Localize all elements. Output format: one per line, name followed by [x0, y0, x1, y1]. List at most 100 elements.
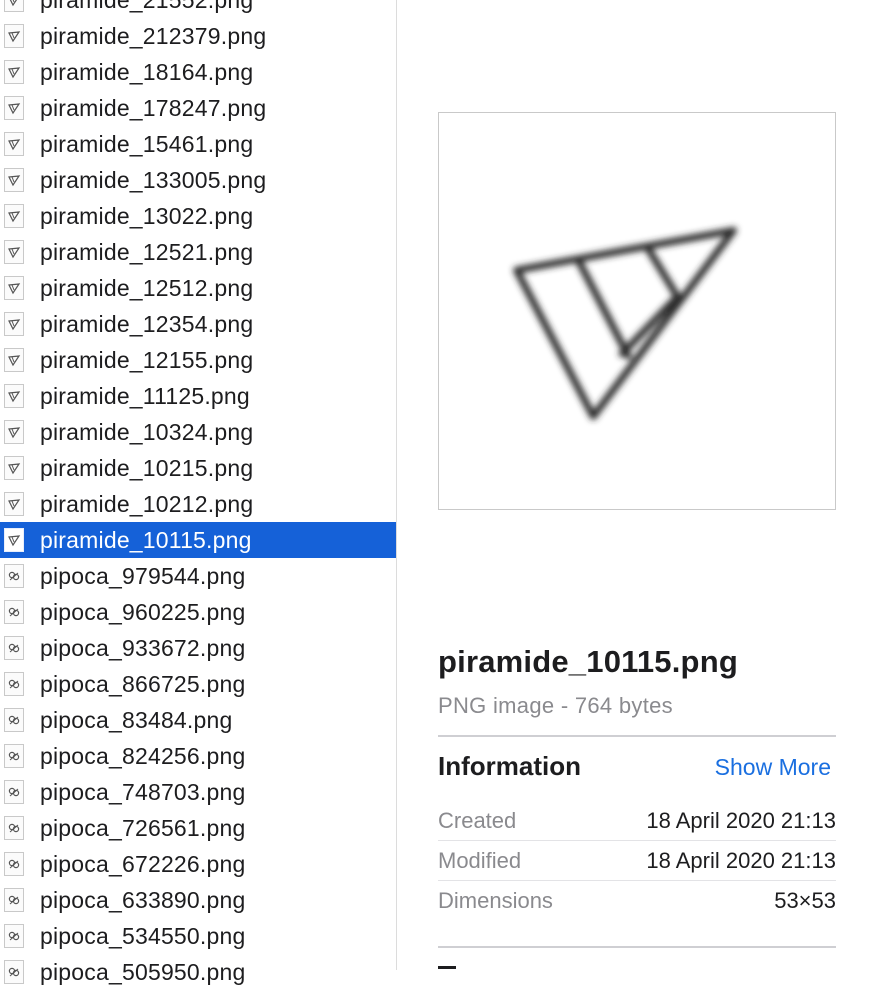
information-heading: Information: [438, 751, 581, 781]
pyramid-thumbnail-icon: [4, 60, 24, 84]
file-name: piramide_21552.png: [40, 0, 254, 13]
popcorn-thumbnail-icon: [4, 780, 24, 804]
file-row[interactable]: piramide_12155.png: [0, 342, 396, 378]
file-row[interactable]: pipoca_866725.png: [0, 666, 396, 702]
popcorn-thumbnail-icon: [4, 708, 24, 732]
file-row[interactable]: piramide_21552.png: [0, 0, 396, 18]
file-row[interactable]: pipoca_979544.png: [0, 558, 396, 594]
file-row[interactable]: pipoca_534550.png: [0, 918, 396, 954]
pyramid-thumbnail-icon: [4, 384, 24, 408]
show-more-link[interactable]: Show More: [715, 754, 831, 781]
file-row[interactable]: pipoca_726561.png: [0, 810, 396, 846]
popcorn-thumbnail-icon: [4, 816, 24, 840]
file-name: piramide_10324.png: [40, 419, 254, 445]
pyramid-thumbnail-icon: [4, 420, 24, 444]
file-list[interactable]: piramide_21552.png piramide_212379.pngpir…: [0, 0, 396, 992]
file-row[interactable]: piramide_10212.png: [0, 486, 396, 522]
info-label: Dimensions: [438, 888, 553, 913]
popcorn-thumbnail-icon: [4, 672, 24, 696]
pyramid-thumbnail-icon: [4, 96, 24, 120]
file-name: pipoca_726561.png: [40, 815, 246, 841]
file-name: piramide_178247.png: [40, 95, 267, 121]
file-row[interactable]: pipoca_672226.png: [0, 846, 396, 882]
file-name: piramide_12521.png: [40, 239, 254, 265]
next-section-heading: [438, 966, 456, 969]
file-row[interactable]: piramide_133005.png: [0, 162, 396, 198]
info-row-modified: Modified 18 April 2020 21:13: [438, 841, 836, 881]
file-title: piramide_10115.png: [438, 644, 738, 679]
pyramid-thumbnail-icon: [4, 528, 24, 552]
file-row[interactable]: piramide_212379.png: [0, 18, 396, 54]
file-row[interactable]: pipoca_933672.png: [0, 630, 396, 666]
popcorn-thumbnail-icon: [4, 600, 24, 624]
file-row[interactable]: pipoca_83484.png: [0, 702, 396, 738]
file-name: pipoca_824256.png: [40, 743, 246, 769]
pyramid-thumbnail-icon: [4, 456, 24, 480]
popcorn-thumbnail-icon: [4, 924, 24, 948]
file-name: pipoca_534550.png: [40, 923, 246, 949]
file-row[interactable]: piramide_10324.png: [0, 414, 396, 450]
file-name: pipoca_505950.png: [40, 959, 246, 985]
file-name: piramide_212379.png: [40, 23, 267, 49]
file-row[interactable]: pipoca_960225.png: [0, 594, 396, 630]
file-row[interactable]: piramide_18164.png: [0, 54, 396, 90]
popcorn-thumbnail-icon: [4, 888, 24, 912]
image-preview: [438, 112, 836, 510]
pyramid-thumbnail-icon: [4, 240, 24, 264]
file-row[interactable]: piramide_12512.png: [0, 270, 396, 306]
file-row[interactable]: pipoca_505950.png: [0, 954, 396, 990]
file-row[interactable]: piramide_178247.png: [0, 90, 396, 126]
info-label: Created: [438, 808, 517, 833]
section-divider: [438, 735, 836, 737]
file-name: piramide_12354.png: [40, 311, 254, 337]
file-name: piramide_18164.png: [40, 59, 254, 85]
info-row-dimensions: Dimensions 53×53: [438, 881, 836, 921]
file-name: pipoca_83484.png: [40, 707, 233, 733]
file-name: pipoca_748703.png: [40, 779, 246, 805]
file-row[interactable]: piramide_13022.png: [0, 198, 396, 234]
file-name: piramide_12155.png: [40, 347, 254, 373]
file-name: piramide_11125.png: [40, 383, 250, 409]
file-row[interactable]: piramide_11125.png: [0, 378, 396, 414]
file-name: pipoca_960225.png: [40, 599, 246, 625]
pyramid-thumbnail-icon: [4, 276, 24, 300]
popcorn-thumbnail-icon: [4, 852, 24, 876]
pyramid-thumbnail-icon: [4, 312, 24, 336]
file-row[interactable]: piramide_12354.png: [0, 306, 396, 342]
pyramid-thumbnail-icon: [4, 348, 24, 372]
file-name: piramide_10115.png: [40, 527, 252, 553]
popcorn-thumbnail-icon: [4, 636, 24, 660]
popcorn-thumbnail-icon: [4, 744, 24, 768]
file-name: piramide_133005.png: [40, 167, 267, 193]
info-value: 18 April 2020 21:13: [646, 848, 836, 873]
pyramid-thumbnail-icon: [4, 0, 24, 12]
file-row[interactable]: pipoca_633890.png: [0, 882, 396, 918]
file-name: pipoca_933672.png: [40, 635, 246, 661]
pyramid-thumbnail-icon: [4, 204, 24, 228]
popcorn-thumbnail-icon: [4, 564, 24, 588]
popcorn-thumbnail-icon: [4, 960, 24, 984]
file-row[interactable]: piramide_15461.png: [0, 126, 396, 162]
pyramid-thumbnail-icon: [4, 168, 24, 192]
file-row[interactable]: piramide_10215.png: [0, 450, 396, 486]
file-name: pipoca_633890.png: [40, 887, 246, 913]
file-name: piramide_10212.png: [40, 491, 254, 517]
pyramid-thumbnail-icon: [4, 24, 24, 48]
file-name: pipoca_672226.png: [40, 851, 246, 877]
file-row[interactable]: pipoca_824256.png: [0, 738, 396, 774]
info-label: Modified: [438, 848, 522, 873]
file-name: piramide_15461.png: [40, 131, 254, 157]
pyramid-thumbnail-icon: [4, 492, 24, 516]
file-name: piramide_10215.png: [40, 455, 254, 481]
file-row-selected[interactable]: piramide_10115.png: [0, 522, 396, 558]
pyramid-sketch-icon: [513, 226, 737, 420]
file-name: piramide_13022.png: [40, 203, 254, 229]
pyramid-thumbnail-icon: [4, 132, 24, 156]
column-divider[interactable]: [396, 0, 397, 970]
file-name: pipoca_979544.png: [40, 563, 246, 589]
info-value: 53×53: [774, 888, 836, 913]
file-row[interactable]: pipoca_748703.png: [0, 774, 396, 810]
file-row[interactable]: piramide_12521.png: [0, 234, 396, 270]
info-value: 18 April 2020 21:13: [646, 808, 836, 833]
file-name: piramide_12512.png: [40, 275, 254, 301]
